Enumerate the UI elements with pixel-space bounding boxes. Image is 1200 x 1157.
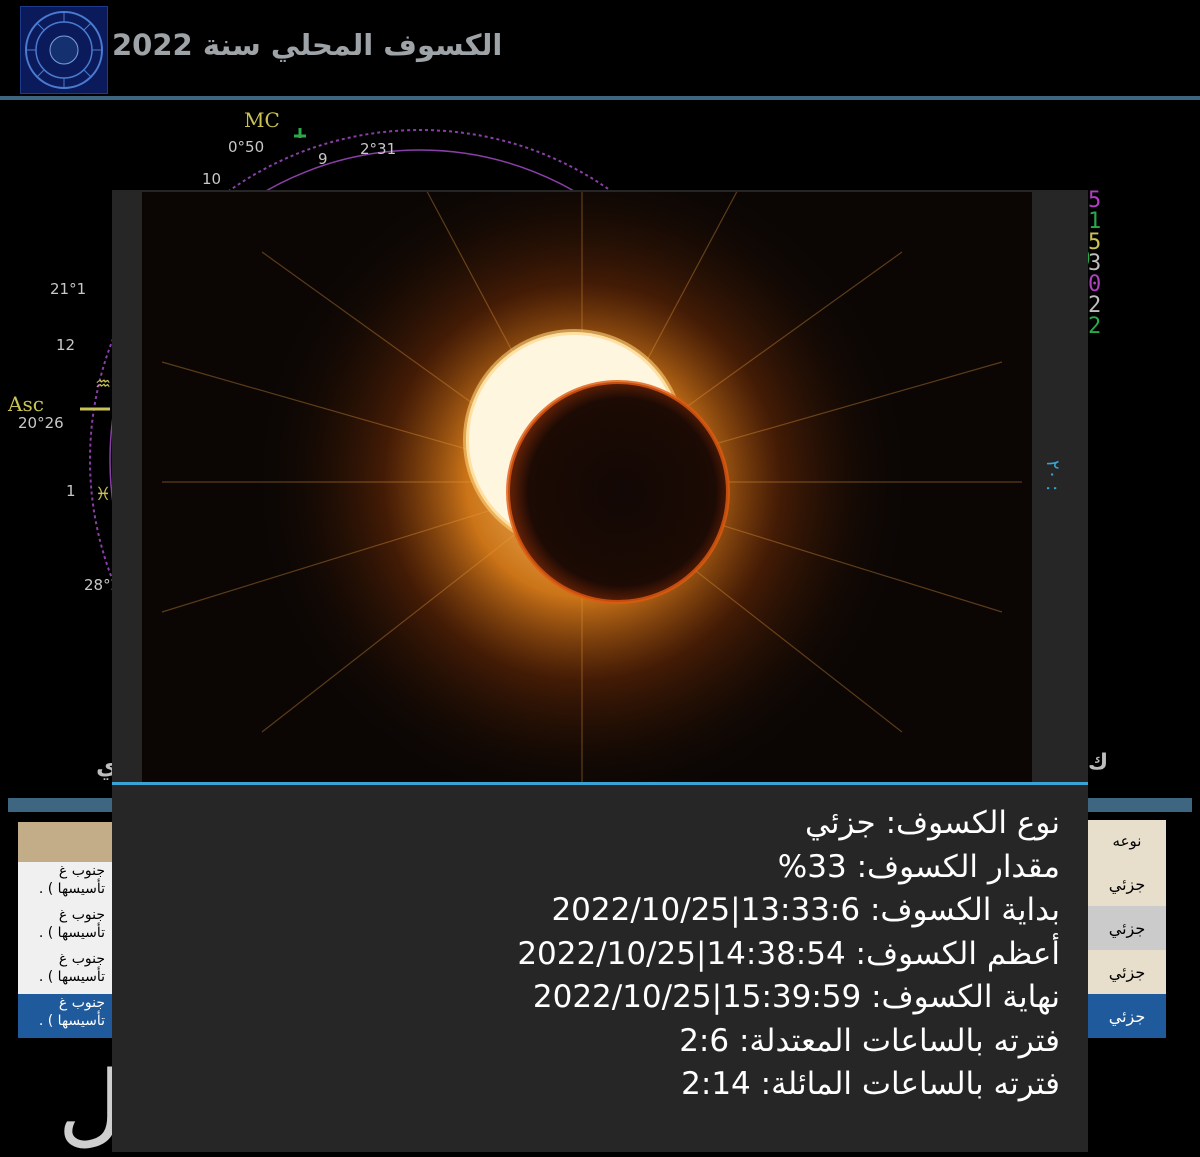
dialog-divider [112,782,1088,785]
duration-equal-hours-line: فترته بالساعات المعتدلة: 2:6 [679,1022,1060,1059]
eclipse-details-dialog[interactable]: ٢٠ : نوع الكسوف: جزئي مقدار الكسوف: 33% … [112,190,1088,1152]
svg-text:♒: ♒ [95,374,111,395]
page-title: الكسوف المحلي سنة 2022 [112,28,503,62]
app-header: الكسوف المحلي سنة 2022 [0,0,1200,96]
mc-right-degree: 2°31 [360,140,397,158]
right-digit-column: 5 1 5 3 0 2 2 [1088,188,1102,339]
mc-label: MC [244,108,280,132]
right-digit: 2 [1088,293,1102,318]
table-cell-selected[interactable]: جزئي [1088,994,1166,1038]
table-header-type: نوعه [1088,820,1166,862]
duration-unequal-hours-line: فترته بالساعات المائلة: 2:14 [681,1066,1060,1102]
right-digit: 3 [1088,251,1102,276]
partial-label-right: ك [1088,750,1109,775]
house-12-label: 12 [56,336,76,354]
eclipse-magnitude-line: مقدار الكسوف: 33% [777,848,1060,885]
eclipse-location-table: جنوب غ تأسيسها ) . جنوب غ تأسيسها ) . جن… [18,822,113,1038]
right-digit: 5 [1088,230,1102,255]
house-10-label: 10 [202,170,222,188]
svg-text:♓: ♓ [95,484,111,505]
table-row[interactable]: جنوب غ تأسيسها ) . [18,862,113,906]
eclipse-type-line: نوع الكسوف: جزئي [804,805,1060,841]
table-cell[interactable]: جزئي [1088,862,1166,906]
house-9-label: 9 [318,150,328,168]
table-row[interactable]: جنوب غ تأسيسها ) . [18,906,113,950]
eclipse-max-line: أعظم الكسوف: 14:38:54|2022/10/25 [517,935,1060,972]
asc-label: Asc [8,392,44,416]
table-header [18,822,113,862]
right-digit: 0 [1088,272,1102,297]
table-row[interactable]: جنوب غ تأسيسها ) . [18,950,113,994]
solar-eclipse-photo [142,192,1032,782]
eclipse-info-block: نوع الكسوف: جزئي مقدار الكسوف: 33% بداية… [517,802,1060,1107]
table-cell[interactable]: جزئي [1088,950,1166,994]
mc-left-degree: 0°50 [228,138,265,156]
side-marks: ٢٠ : [1042,460,1063,492]
asc-degree: 20°26 [18,414,64,432]
table-row-selected[interactable]: جنوب غ تأسيسها ) . [18,994,113,1038]
table-cell[interactable]: جزئي [1088,906,1166,950]
right-digit: 1 [1088,209,1102,234]
zodiac-logo-icon [20,6,108,94]
right-digit: 2 [1088,314,1102,339]
left-degree-21: 21°1 [50,280,87,298]
house-1-label: 1 [66,482,76,500]
eclipse-type-table: نوعه جزئي جزئي جزئي جزئي [1088,820,1166,1038]
eclipse-start-line: بداية الكسوف: 13:33:6|2022/10/25 [551,892,1060,928]
right-digit: 5 [1088,188,1102,213]
eclipse-end-line: نهاية الكسوف: 15:39:59|2022/10/25 [532,979,1060,1015]
